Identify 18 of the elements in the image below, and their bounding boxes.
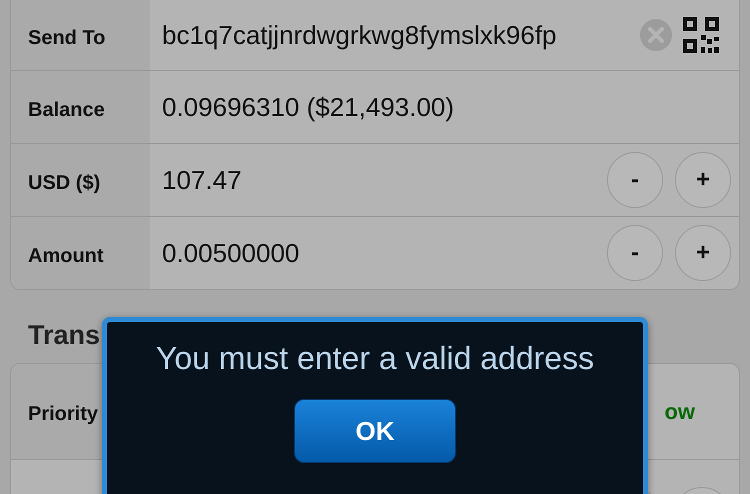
minus-button[interactable]: - — [607, 152, 663, 208]
qr-code-icon[interactable] — [683, 17, 719, 53]
section-title: Trans — [28, 320, 100, 350]
amount-field[interactable]: 107.47 — [162, 164, 597, 196]
clear-icon[interactable] — [639, 18, 673, 52]
address-field[interactable]: bc1q7catjjnrdwgrkwg8fymslxk96fp — [162, 20, 629, 50]
amount-field[interactable]: 0.00500000 — [162, 238, 597, 268]
field-label: Send To — [28, 26, 106, 50]
field-label: Priority — [28, 403, 98, 426]
ok-button[interactable]: OK — [294, 399, 456, 463]
balance-value: 0.09696310 ($21,493.00) — [162, 92, 456, 122]
field-label: USD ($) — [28, 172, 100, 194]
minus-button[interactable]: - — [607, 225, 663, 281]
field-label: Balance — [28, 98, 105, 122]
field-label: Amount — [28, 244, 104, 268]
dialog-message: You must enter a valid address — [156, 340, 594, 377]
plus-button[interactable]: + — [675, 152, 731, 208]
plus-button[interactable]: + — [675, 225, 731, 281]
